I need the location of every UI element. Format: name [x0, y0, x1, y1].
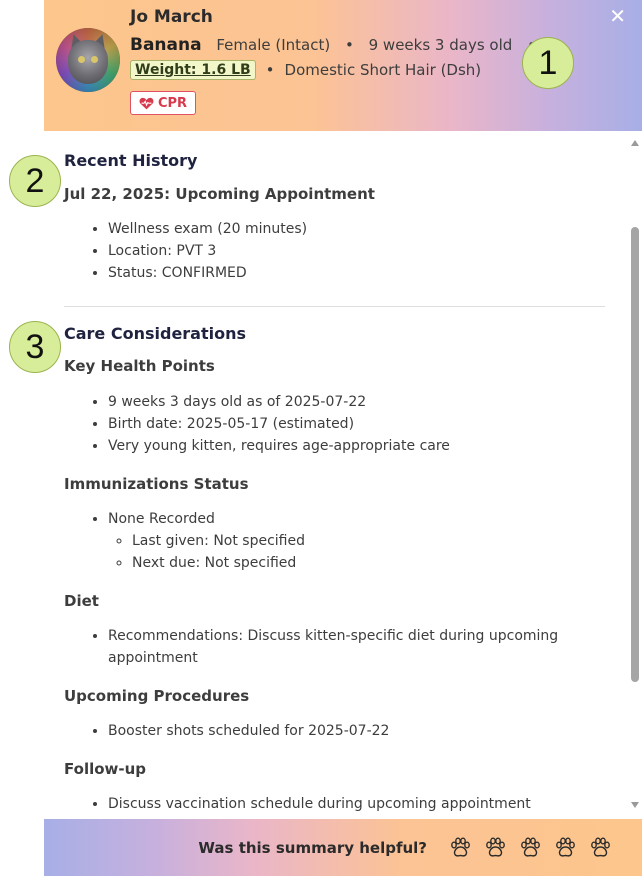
- pet-name: Banana: [130, 35, 202, 55]
- recent-history-title: Recent History: [64, 151, 198, 170]
- cpr-badge[interactable]: CPR: [130, 91, 196, 115]
- pet-details-line-2: Weight: 1.6 LB • Domestic Short Hair (Ds…: [130, 60, 481, 80]
- key-health-list: 9 weeks 3 days old as of 2025-07-22 Birt…: [64, 391, 450, 457]
- diet-list: Recommendations: Discuss kitten-specific…: [64, 625, 578, 669]
- content-scrollbar[interactable]: [630, 138, 640, 810]
- pet-avatar: [56, 28, 120, 92]
- list-item: Birth date: 2025-05-17 (estimated): [108, 413, 450, 435]
- callout-marker: 3: [9, 321, 61, 373]
- close-icon[interactable]: ✕: [609, 6, 626, 26]
- follow-up-title: Follow-up: [64, 760, 147, 778]
- feedback-footer: Was this summary helpful?: [44, 819, 642, 876]
- sub-list-item: Last given: Not specified: [132, 530, 305, 552]
- paw-icon[interactable]: [588, 836, 612, 860]
- list-item: Very young kitten, requires age-appropri…: [108, 435, 450, 457]
- paw-icon[interactable]: [518, 836, 542, 860]
- key-health-title: Key Health Points: [64, 357, 215, 375]
- list-item-text: None Recorded: [108, 511, 215, 527]
- separator-dot: •: [344, 36, 354, 54]
- appointment-title: Jul 22, 2025: Upcoming Appointment: [64, 185, 375, 203]
- owner-name: Jo March: [130, 7, 213, 27]
- scroll-up-arrow-icon[interactable]: [631, 140, 639, 146]
- list-item: Discuss vaccination schedule during upco…: [108, 793, 531, 815]
- list-item: 9 weeks 3 days old as of 2025-07-22: [108, 391, 450, 413]
- appointment-list: Wellness exam (20 minutes) Location: PVT…: [64, 218, 307, 284]
- immunizations-title: Immunizations Status: [64, 475, 249, 493]
- scroll-thumb[interactable]: [631, 227, 639, 682]
- sub-list-item: Next due: Not specified: [132, 552, 305, 574]
- immunizations-list: None Recorded Last given: Not specified …: [64, 508, 305, 574]
- paw-icon[interactable]: [483, 836, 507, 860]
- care-considerations-title: Care Considerations: [64, 324, 247, 343]
- heart-pulse-icon: [139, 97, 154, 109]
- list-item: Wellness exam (20 minutes): [108, 218, 307, 240]
- list-item: None Recorded Last given: Not specified …: [108, 508, 305, 574]
- separator-dot: •: [265, 61, 275, 79]
- feedback-question: Was this summary helpful?: [198, 838, 427, 857]
- list-item: Booster shots scheduled for 2025-07-22: [108, 720, 389, 742]
- weight-link[interactable]: Weight: 1.6 LB: [130, 60, 256, 80]
- pet-summary-panel: ✕ Jo March Banana Female (Intact) • 9 we…: [44, 0, 642, 876]
- paw-icon[interactable]: [553, 836, 577, 860]
- list-item: Recommendations: Discuss kitten-specific…: [108, 625, 578, 669]
- pet-details-line: Banana Female (Intact) • 9 weeks 3 days …: [130, 35, 546, 55]
- pet-age: 9 weeks 3 days old: [368, 36, 513, 54]
- sub-list: Last given: Not specified Next due: Not …: [108, 530, 305, 574]
- pet-breed: Domestic Short Hair (Dsh): [284, 61, 482, 79]
- follow-up-list: Discuss vaccination schedule during upco…: [64, 793, 531, 815]
- procedures-list: Booster shots scheduled for 2025-07-22: [64, 720, 389, 742]
- procedures-title: Upcoming Procedures: [64, 687, 250, 705]
- callout-marker: 1: [522, 37, 574, 89]
- section-divider: [64, 306, 605, 307]
- callout-marker: 2: [9, 155, 61, 207]
- diet-title: Diet: [64, 592, 99, 610]
- cpr-label: CPR: [157, 95, 188, 111]
- paw-icon[interactable]: [448, 836, 472, 860]
- pet-sex: Female (Intact): [216, 36, 331, 54]
- list-item: Location: PVT 3: [108, 240, 307, 262]
- scroll-down-arrow-icon[interactable]: [631, 802, 639, 808]
- list-item: Status: CONFIRMED: [108, 262, 307, 284]
